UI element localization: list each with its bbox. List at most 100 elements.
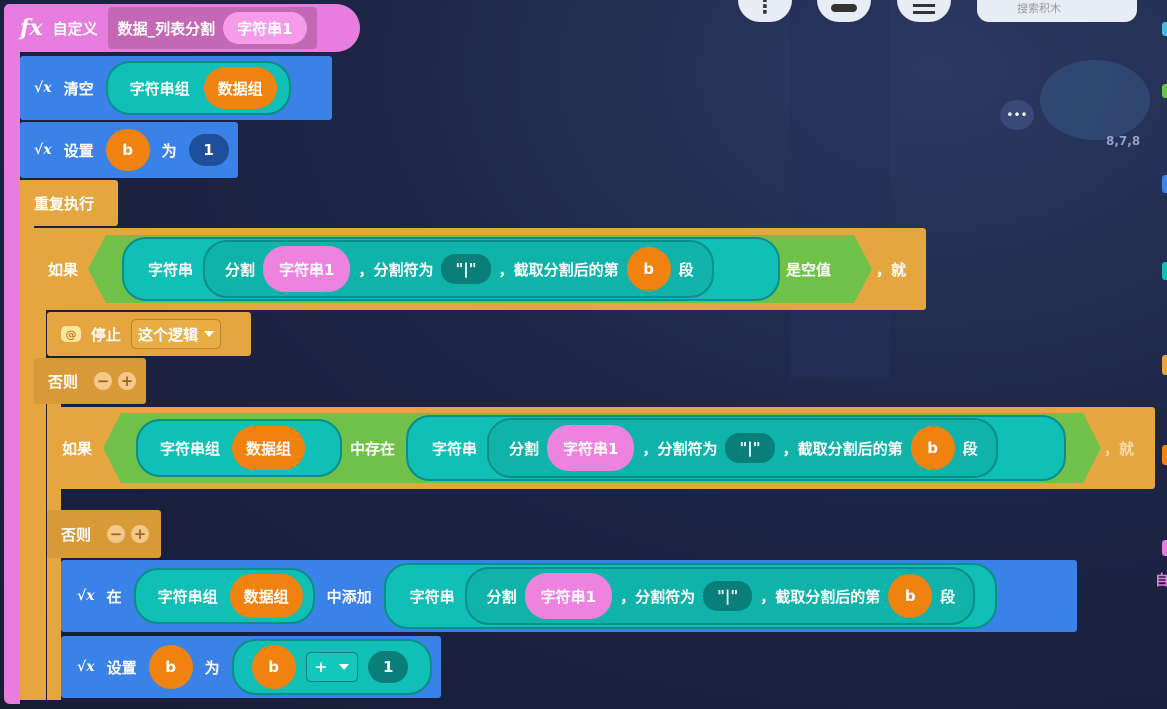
edge-block-2 bbox=[1162, 84, 1167, 98]
index-var-label: b bbox=[643, 260, 654, 278]
param-label: 字符串1 bbox=[279, 260, 335, 279]
param-label: 字符串1 bbox=[540, 587, 597, 606]
minus-icon: − bbox=[109, 525, 123, 543]
stop-icon: @ bbox=[61, 326, 81, 342]
seg-label: 段 bbox=[962, 439, 978, 458]
index-var-pill[interactable]: b bbox=[626, 247, 671, 291]
clear-block[interactable]: √x 清空 字符串组 数据组 bbox=[20, 56, 332, 120]
define-keyword: 自定义 bbox=[52, 19, 98, 38]
add-to-list-block[interactable]: √x 在 字符串组 数据组 中添加 字符串 分割 字符串1 ，分割符为 "|" … bbox=[61, 560, 1077, 632]
then-label: ，就 bbox=[1104, 440, 1135, 458]
side-tag: 8,7,8 bbox=[1106, 134, 1141, 148]
index-var-label: b bbox=[927, 439, 938, 457]
list-name-label: 数据组 bbox=[246, 439, 292, 458]
then-label: ，就 bbox=[876, 261, 907, 279]
list-button[interactable] bbox=[897, 0, 951, 22]
define-block-spine bbox=[4, 40, 20, 704]
var-label: b bbox=[165, 658, 176, 676]
param-pill[interactable]: 字符串1 bbox=[223, 12, 307, 44]
split-pill[interactable]: 分割 字符串1 ，分割符为 "|" ，截取分割后的第 b 段 bbox=[487, 418, 998, 478]
repeat-block-header[interactable]: 重复执行 bbox=[20, 180, 118, 226]
else-block-1: 否则 − + bbox=[34, 358, 146, 404]
right-operand-input[interactable]: 1 bbox=[368, 651, 409, 683]
take-label: ，截取分割后的第 bbox=[760, 587, 881, 606]
action-fx-icon: √x bbox=[34, 142, 52, 158]
string-list-pill[interactable]: 字符串组 数据组 bbox=[105, 61, 291, 115]
stop-target-dropdown[interactable]: 这个逻辑 bbox=[131, 319, 222, 349]
var-label: b bbox=[122, 141, 133, 159]
edge-block-3 bbox=[1162, 175, 1167, 193]
search-label: 搜索积木 bbox=[1017, 2, 1061, 15]
edge-text: 自 bbox=[1155, 573, 1167, 589]
param-label: 字符串1 bbox=[563, 439, 619, 458]
menu-dots-icon: ⋮ bbox=[755, 0, 775, 18]
set-label: 设置 bbox=[106, 658, 137, 677]
at-label: 在 bbox=[106, 587, 122, 606]
list-name-pill[interactable]: 数据组 bbox=[203, 67, 277, 109]
plus-button[interactable]: + bbox=[131, 525, 150, 543]
list-name-label: 数据组 bbox=[243, 587, 289, 606]
set-b-block[interactable]: √x 设置 b 为 1 bbox=[20, 122, 238, 178]
clear-label: 清空 bbox=[63, 79, 94, 98]
param-pill[interactable]: 字符串1 bbox=[524, 573, 613, 619]
index-var-pill[interactable]: b bbox=[910, 426, 955, 470]
define-block-header[interactable]: fx 自定义 数据_列表分割 字符串1 bbox=[4, 4, 360, 52]
set-b-increment-block[interactable]: √x 设置 b 为 b + 1 bbox=[61, 636, 441, 698]
plus-button[interactable]: + bbox=[118, 372, 137, 390]
search-box[interactable]: 搜索积木 bbox=[977, 0, 1137, 22]
function-name: 数据_列表分割 bbox=[117, 19, 216, 38]
fx-icon: fx bbox=[20, 15, 43, 41]
left-operand-pill[interactable]: b bbox=[251, 645, 296, 689]
chat-icon[interactable]: ••• bbox=[1000, 100, 1034, 130]
string-op-pill[interactable]: 字符串 分割 字符串1 ，分割符为 "|" ，截取分割后的第 b 段 bbox=[122, 237, 780, 301]
delimiter-input[interactable]: "|" bbox=[703, 581, 753, 611]
delim-label: ，分割符为 bbox=[358, 260, 434, 279]
string-list-pill[interactable]: 字符串组 数据组 bbox=[136, 419, 342, 477]
minus-button[interactable]: − bbox=[107, 525, 126, 543]
exists-label: 中存在 bbox=[350, 440, 396, 458]
string-label: 字符串 bbox=[432, 439, 478, 458]
list-name-pill[interactable]: 数据组 bbox=[229, 574, 303, 618]
edge-block-5 bbox=[1162, 355, 1167, 375]
left-operand-label: b bbox=[268, 658, 279, 676]
edge-block-4 bbox=[1162, 262, 1167, 280]
function-name-slot[interactable]: 数据_列表分割 字符串1 bbox=[107, 7, 317, 49]
delimiter-input[interactable]: "|" bbox=[725, 433, 775, 463]
value-input[interactable]: 1 bbox=[188, 134, 229, 166]
delimiter-input[interactable]: "|" bbox=[441, 254, 491, 284]
string-op-pill[interactable]: 字符串 分割 字符串1 ，分割符为 "|" ，截取分割后的第 b 段 bbox=[383, 563, 998, 629]
value-label: 1 bbox=[203, 141, 214, 159]
else-label: 否则 bbox=[48, 372, 79, 391]
split-label: 分割 bbox=[509, 439, 540, 458]
index-var-label: b bbox=[904, 587, 916, 605]
else-label: 否则 bbox=[61, 525, 92, 544]
minus-button[interactable]: − bbox=[94, 372, 113, 390]
plus-icon: + bbox=[133, 525, 147, 543]
string-list-pill[interactable]: 字符串组 数据组 bbox=[133, 568, 315, 624]
stop-block[interactable]: @ 停止 这个逻辑 bbox=[47, 312, 251, 356]
background-panel bbox=[790, 0, 890, 380]
param-pill[interactable]: 字符串1 bbox=[263, 246, 351, 292]
hand-icon bbox=[831, 4, 857, 12]
list-name-pill[interactable]: 数据组 bbox=[232, 426, 306, 470]
split-label: 分割 bbox=[225, 260, 256, 279]
split-pill[interactable]: 分割 字符串1 ，分割符为 "|" ，截取分割后的第 b 段 bbox=[203, 240, 714, 298]
edge-block-6 bbox=[1162, 445, 1167, 465]
seg-label: 段 bbox=[678, 260, 694, 279]
menu-button[interactable]: ⋮ bbox=[738, 0, 792, 22]
index-var-pill[interactable]: b bbox=[888, 574, 933, 618]
operator-dropdown[interactable]: + bbox=[305, 652, 359, 682]
var-b-pill[interactable]: b bbox=[105, 129, 150, 171]
split-pill[interactable]: 分割 字符串1 ，分割符为 "|" ，截取分割后的第 b 段 bbox=[464, 567, 976, 625]
minus-icon: − bbox=[96, 372, 110, 390]
delimiter-value: "|" bbox=[717, 587, 739, 605]
string-op-pill[interactable]: 字符串 分割 字符串1 ，分割符为 "|" ，截取分割后的第 b 段 bbox=[406, 415, 1066, 481]
var-b-pill[interactable]: b bbox=[148, 645, 193, 689]
action-fx-icon: √x bbox=[34, 80, 52, 96]
param-label: 字符串1 bbox=[237, 19, 293, 38]
stop-label: 停止 bbox=[91, 325, 122, 344]
if-label: 如果 bbox=[48, 261, 79, 279]
param-pill[interactable]: 字符串1 bbox=[547, 425, 635, 471]
math-op-pill[interactable]: b + 1 bbox=[231, 639, 433, 695]
list-type-label: 字符串组 bbox=[129, 79, 190, 98]
